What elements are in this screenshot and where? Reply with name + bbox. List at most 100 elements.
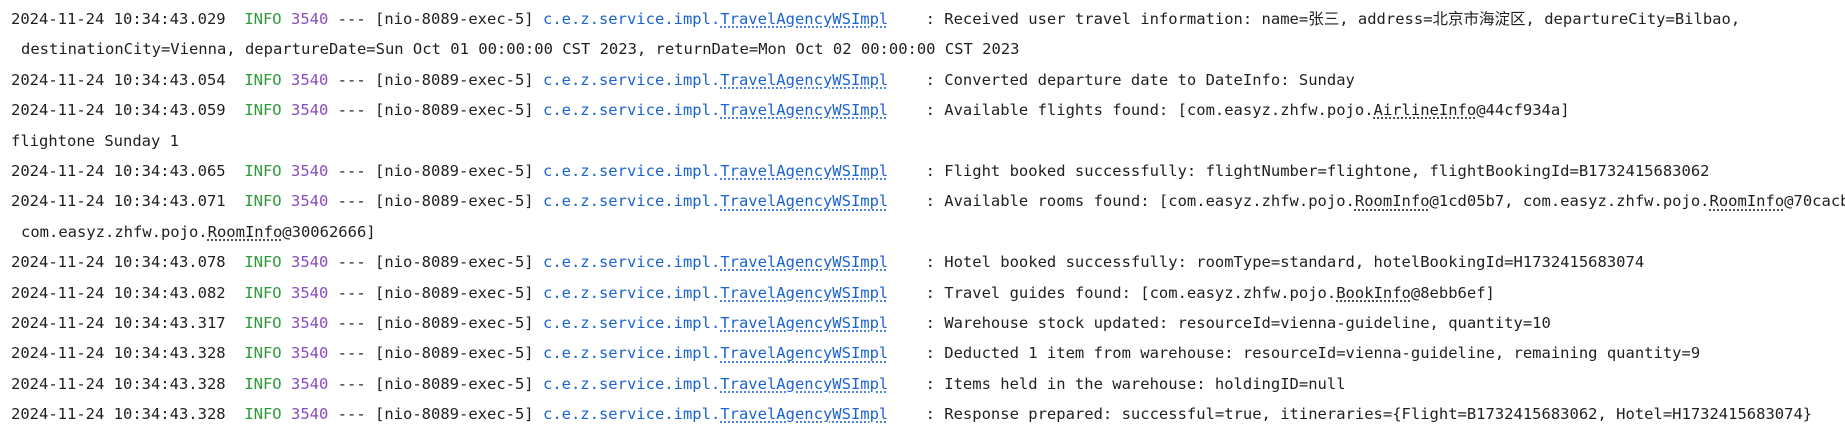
log-line: 2024-11-24 10:34:43.328 INFO 3540 --- [n… — [11, 399, 1845, 429]
log-thread: [nio-8089-exec-5] — [375, 10, 534, 28]
log-message: : Available rooms found: [com.easyz.zhfw… — [925, 192, 1355, 211]
log-line: 2024-11-24 10:34:43.065 INFO 3540 --- [n… — [11, 156, 1845, 186]
console-output[interactable]: 2024-11-24 10:34:43.029 INFO 3540 --- [n… — [0, 0, 1845, 445]
log-pid: 3540 — [290, 283, 329, 302]
log-pid: 3540 — [290, 253, 329, 272]
log-separator: --- — [337, 161, 366, 180]
log-separator: --- — [337, 253, 366, 272]
log-pid: 3540 — [290, 161, 329, 180]
log-thread: [nio-8089-exec-5] — [375, 405, 534, 424]
log-logger-class-link[interactable]: TravelAgencyWSImpl — [720, 253, 888, 271]
log-separator: --- — [337, 101, 366, 120]
log-line: 2024-11-24 10:34:43.054 INFO 3540 --- [n… — [11, 65, 1845, 95]
log-logger-package: c.e.z.service.impl. — [542, 101, 721, 120]
log-level: INFO — [244, 374, 282, 393]
log-pid: 3540 — [290, 313, 329, 332]
log-message: @44cf934a] — [1476, 101, 1570, 120]
log-line: 2024-11-24 10:34:43.078 INFO 3540 --- [n… — [11, 247, 1845, 277]
log-pid: 3540 — [290, 192, 329, 211]
log-message: : Travel guides found: [com.easyz.zhfw.p… — [925, 283, 1337, 302]
log-message: : Response prepared: successful=true, it… — [925, 405, 1813, 424]
log-logger-class-link[interactable]: TravelAgencyWSImpl — [720, 375, 888, 393]
log-line: 2024-11-24 10:34:43.328 INFO 3540 --- [n… — [11, 369, 1845, 399]
log-pid: 3540 — [290, 101, 329, 120]
log-separator: --- — [337, 70, 366, 89]
log-message-class-link[interactable]: RoomInfo — [1710, 192, 1785, 210]
log-line-continuation: com.easyz.zhfw.pojo.RoomInfo@30062666] — [11, 217, 1845, 247]
log-timestamp: 2024-11-24 10:34:43.328 — [11, 405, 226, 424]
log-separator: --- — [337, 283, 366, 302]
log-logger-class-link[interactable]: TravelAgencyWSImpl — [720, 192, 888, 210]
log-pid: 3540 — [290, 70, 329, 89]
log-timestamp: 2024-11-24 10:34:43.054 — [11, 70, 226, 89]
log-timestamp: 2024-11-24 10:34:43.328 — [11, 374, 226, 393]
log-message: @30062666] — [282, 222, 376, 241]
log-logger-package: c.e.z.service.impl. — [542, 253, 721, 272]
log-thread: [nio-8089-exec-5] — [375, 192, 534, 211]
log-pid: 3540 — [290, 344, 329, 363]
log-thread: [nio-8089-exec-5] — [375, 253, 534, 272]
log-thread: [nio-8089-exec-5] — [375, 101, 534, 120]
log-timestamp: 2024-11-24 10:34:43.059 — [11, 101, 226, 120]
log-message-class-link[interactable]: AirlineInfo — [1374, 101, 1477, 119]
log-level: INFO — [244, 101, 282, 120]
log-message: : Hotel booked successfully: roomType=st… — [925, 253, 1645, 272]
log-logger-class-link[interactable]: TravelAgencyWSImpl — [720, 344, 888, 362]
log-message: com.easyz.zhfw.pojo. — [21, 222, 208, 241]
log-level: INFO — [244, 253, 282, 272]
log-message: @8ebb6ef] — [1410, 283, 1495, 302]
log-timestamp: 2024-11-24 10:34:43.328 — [11, 344, 226, 363]
log-logger-class-link[interactable]: TravelAgencyWSImpl — [720, 162, 888, 180]
log-thread: [nio-8089-exec-5] — [375, 313, 534, 332]
log-pid: 3540 — [290, 405, 329, 424]
log-level: INFO — [244, 70, 282, 89]
log-timestamp: 2024-11-24 10:34:43.065 — [11, 161, 226, 180]
log-logger-class-link[interactable]: TravelAgencyWSImpl — [720, 101, 888, 119]
log-timestamp: 2024-11-24 10:34:43.078 — [11, 253, 226, 272]
log-line: 2024-11-24 10:34:43.328 INFO 3540 --- [n… — [11, 338, 1845, 368]
log-message: destinationCity=Vienna, departureDate=Su… — [21, 40, 1020, 59]
log-separator: --- — [337, 192, 366, 211]
log-separator: --- — [337, 374, 366, 393]
stdout-line: flightone Sunday 1 — [11, 126, 1845, 156]
log-line: 2024-11-24 10:34:43.082 INFO 3540 --- [n… — [11, 278, 1845, 308]
log-logger-class-link[interactable]: TravelAgencyWSImpl — [720, 10, 888, 28]
log-message: : Converted departure date to DateInfo: … — [925, 70, 1355, 89]
log-line: 2024-11-24 10:34:43.317 INFO 3540 --- [n… — [11, 308, 1845, 338]
log-pid: 3540 — [290, 374, 329, 393]
log-level: INFO — [244, 283, 282, 302]
log-level: INFO — [244, 405, 282, 424]
log-level: INFO — [244, 313, 282, 332]
log-thread: [nio-8089-exec-5] — [375, 70, 534, 89]
log-message: : Received user travel information: name… — [925, 10, 1741, 28]
log-message: : Warehouse stock updated: resourceId=vi… — [925, 313, 1551, 332]
log-thread: [nio-8089-exec-5] — [375, 161, 534, 180]
log-logger-class-link[interactable]: TravelAgencyWSImpl — [720, 405, 888, 423]
log-timestamp: 2024-11-24 10:34:43.317 — [11, 313, 226, 332]
stdout-text: flightone Sunday 1 — [11, 131, 179, 150]
log-thread: [nio-8089-exec-5] — [375, 374, 534, 393]
log-separator: --- — [337, 344, 366, 363]
log-logger-class-link[interactable]: TravelAgencyWSImpl — [720, 71, 888, 89]
log-logger-package: c.e.z.service.impl. — [542, 405, 721, 424]
log-message: @1cd05b7, com.easyz.zhfw.pojo. — [1429, 192, 1710, 211]
log-message-class-link[interactable]: RoomInfo — [208, 223, 283, 241]
log-pid: 3540 — [290, 10, 329, 28]
log-logger-class-link[interactable]: TravelAgencyWSImpl — [720, 314, 888, 332]
log-message: @70cacb9c, — [1784, 192, 1845, 211]
log-logger-class-link[interactable]: TravelAgencyWSImpl — [720, 284, 888, 302]
log-logger-package: c.e.z.service.impl. — [542, 161, 721, 180]
log-logger-package: c.e.z.service.impl. — [542, 283, 721, 302]
log-message-class-link[interactable]: RoomInfo — [1355, 192, 1430, 210]
log-level: INFO — [244, 161, 282, 180]
log-logger-package: c.e.z.service.impl. — [542, 374, 721, 393]
log-logger-package: c.e.z.service.impl. — [542, 10, 721, 28]
log-logger-package: c.e.z.service.impl. — [542, 192, 721, 211]
log-logger-package: c.e.z.service.impl. — [542, 313, 721, 332]
log-separator: --- — [337, 405, 366, 424]
log-level: INFO — [244, 10, 282, 28]
log-message-class-link[interactable]: BookInfo — [1336, 284, 1411, 302]
log-logger-package: c.e.z.service.impl. — [542, 344, 721, 363]
log-line: 2024-11-24 10:34:43.071 INFO 3540 --- [n… — [11, 186, 1845, 216]
log-message: : Available flights found: [com.easyz.zh… — [925, 101, 1374, 120]
